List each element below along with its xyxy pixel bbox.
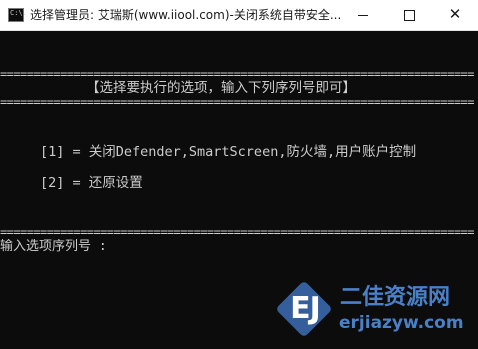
watermark-logo: EJ <box>275 280 334 339</box>
watermark-logo-letters: EJ <box>290 291 321 326</box>
console-icon[interactable]: C:\. <box>8 8 27 22</box>
maximize-icon <box>404 10 415 21</box>
console-icon-glyph: C:\. <box>10 9 27 17</box>
close-button[interactable]: ✕ <box>432 0 478 30</box>
watermark-title: 二佳资源网 <box>340 285 451 310</box>
separator-rule-bottom: ========================================… <box>0 225 474 239</box>
maximize-button[interactable] <box>386 0 432 30</box>
close-icon: ✕ <box>448 5 462 23</box>
input-prompt[interactable]: 输入选项序列号 : <box>0 239 478 255</box>
separator-rule-mid: ========================================… <box>0 95 474 109</box>
minimize-button[interactable] <box>340 0 386 30</box>
menu-option-2: [2] = 还原设置 <box>40 175 143 191</box>
site-watermark: EJ 二佳资源网 erjiazyw.com <box>275 280 478 349</box>
window-title: 选择管理员: 艾瑞斯(www.iiool.com)-关闭系统自带安全... <box>30 8 342 22</box>
title-bar[interactable]: C:\. 选择管理员: 艾瑞斯(www.iiool.com)-关闭系统自带安全.… <box>0 0 478 31</box>
minimize-icon <box>358 15 368 16</box>
menu-option-1: [1] = 关闭Defender,SmartScreen,防火墙,用户账户控制 <box>40 144 417 160</box>
watermark-url: erjiazyw.com <box>339 313 464 333</box>
console-window: C:\. 选择管理员: 艾瑞斯(www.iiool.com)-关闭系统自带安全.… <box>0 0 478 349</box>
